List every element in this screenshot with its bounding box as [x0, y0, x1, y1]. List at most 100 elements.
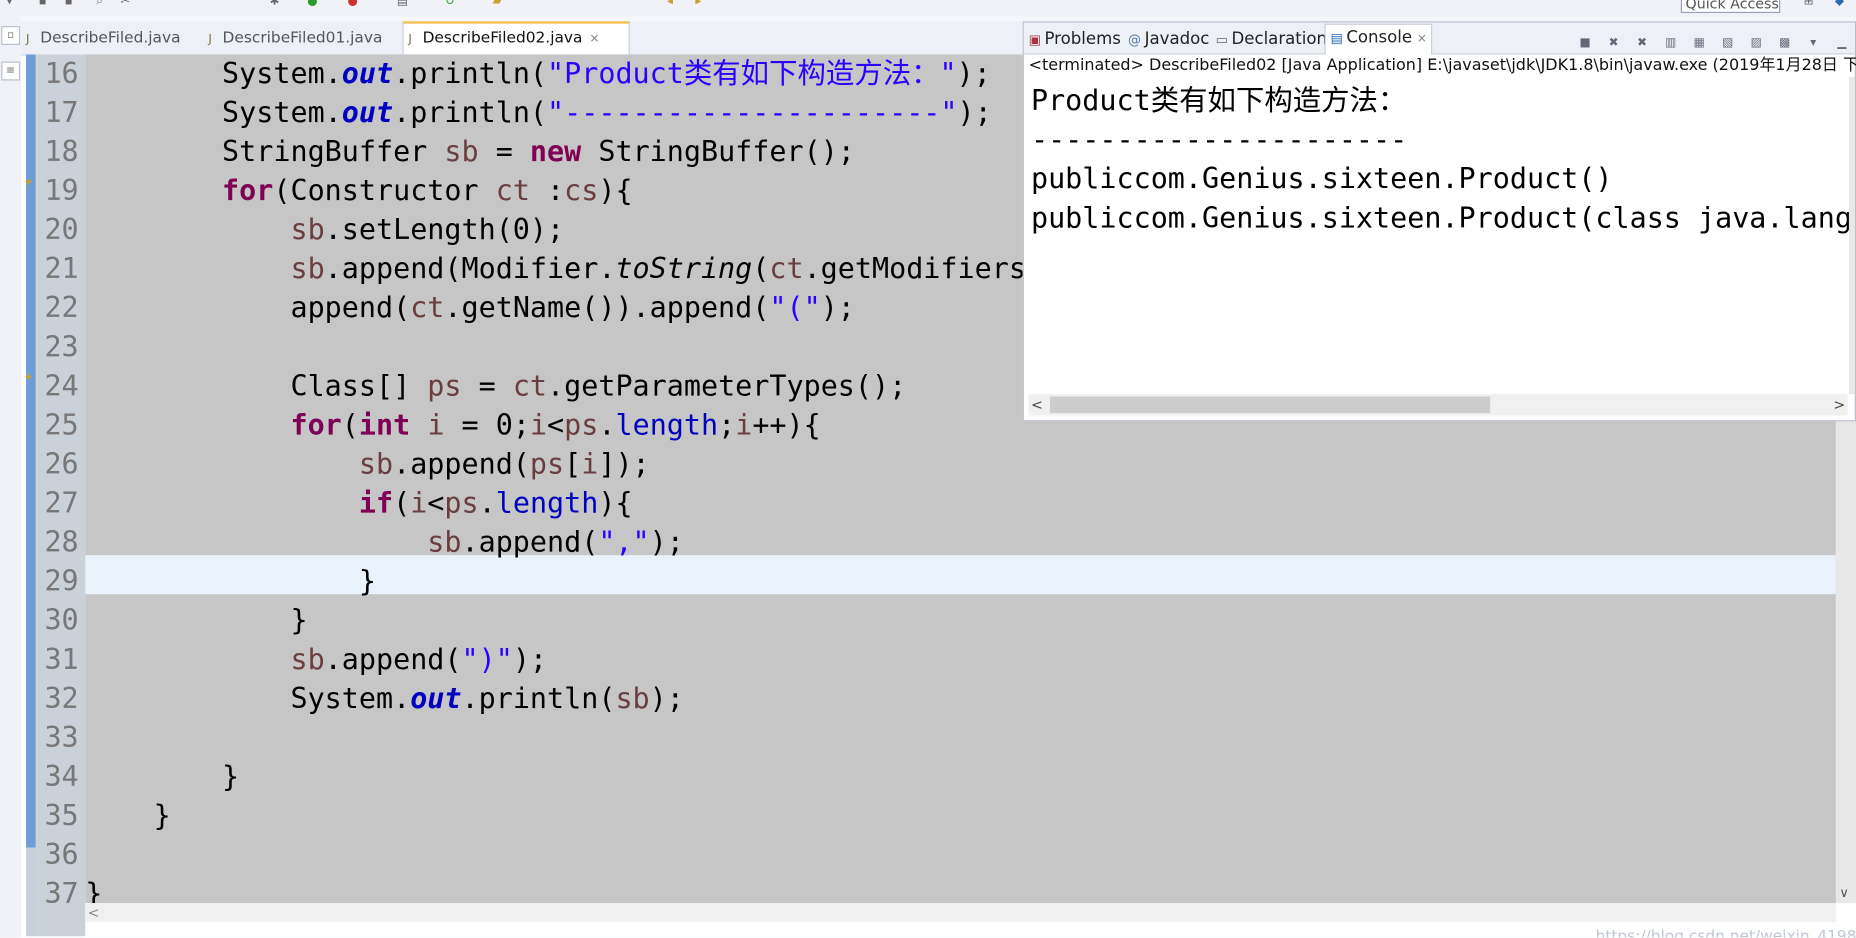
code-line: sb.setLength(0); — [290, 213, 565, 247]
line-number: 23 — [44, 330, 79, 364]
code-line: for(Constructor ct :cs){ — [222, 173, 633, 208]
code-line: for(int i = 0;i<ps.length;i++){ — [290, 408, 821, 442]
console-view: ▣ Problems @ Javadoc ▭ Declaration ▤ Console… — [1022, 21, 1856, 422]
line-number: 19 — [44, 173, 79, 208]
console-output-line: Product类有如下构造方法： — [1030, 84, 1407, 118]
terminate-icon[interactable]: ■ — [1577, 36, 1594, 53]
line-number: 25 — [44, 408, 79, 442]
tab-declaration[interactable]: ▭ Declaration — [1216, 26, 1327, 52]
code-line: Class[] ps = ct.getParameterTypes(); — [85, 369, 907, 403]
word-wrap-icon[interactable]: ▧ — [1719, 36, 1736, 53]
code-line: } — [85, 564, 376, 598]
java-file-icon: J — [208, 33, 212, 47]
scroll-lock-icon[interactable]: ▦ — [1691, 36, 1708, 53]
eclipse-window: ▾ ▪ ▪ ⌕ ✂ ✱ ● ● ▤ ↻ ▰ ◂ ▸ Quick Access ⊞… — [0, 0, 1856, 938]
line-number: 31 — [44, 642, 79, 676]
line-number: 33 — [44, 720, 79, 754]
change-ruler — [26, 54, 36, 848]
console-output-line: publiccom.Genius.sixteen.Product(class j… — [1030, 201, 1852, 235]
line-number: 36 — [44, 838, 79, 872]
chevron-right-icon[interactable]: > — [1833, 394, 1845, 415]
tab-javadoc[interactable]: @ Javadoc — [1128, 26, 1209, 52]
forward-icon[interactable]: ▸ — [691, 0, 705, 9]
view-tab-bar: ▣ Problems @ Javadoc ▭ Declaration ▤ Console… — [1023, 22, 1855, 55]
display-console-icon[interactable]: ▩ — [1776, 36, 1793, 53]
refresh-icon[interactable]: ↻ — [443, 0, 457, 9]
open-console-icon[interactable]: ▾ — [1805, 36, 1822, 53]
tab-label: Problems — [1044, 29, 1121, 49]
minimize-icon[interactable]: ▁ — [1834, 36, 1851, 53]
tab-describefiled01[interactable]: J DescribeFiled01.java — [204, 24, 408, 55]
pin-console-icon[interactable]: ▨ — [1748, 36, 1765, 53]
open-perspective-icon[interactable]: ⊞ — [1802, 0, 1816, 9]
tab-label: DescribeFiled01.java — [222, 29, 383, 48]
code-line: if(i<ps.length){ — [358, 486, 633, 520]
code-line: } — [85, 759, 240, 794]
warning-bulb-icon[interactable]: ✦ — [24, 176, 38, 190]
tab-problems[interactable]: ▣ Problems — [1029, 26, 1121, 52]
quick-access-input[interactable]: Quick Access — [1680, 0, 1781, 14]
line-number: 24 — [44, 369, 79, 403]
cut-icon[interactable]: ✂ — [118, 0, 132, 9]
remove-all-icon[interactable]: ✖ — [1634, 36, 1651, 53]
warning-bulb-icon[interactable]: ✦ — [24, 372, 38, 386]
debug-icon[interactable]: ✱ — [268, 0, 282, 9]
chevron-left-icon[interactable]: < — [88, 903, 100, 922]
save-all-icon[interactable]: ▪ — [62, 0, 76, 9]
tab-label: Console — [1346, 28, 1413, 48]
chevron-left-icon[interactable]: < — [1031, 394, 1043, 415]
line-number: 20 — [44, 213, 79, 247]
folder-icon[interactable]: ▰ — [490, 0, 504, 9]
remove-launch-icon[interactable]: ✖ — [1605, 36, 1622, 53]
new-icon[interactable]: ▾ — [2, 0, 16, 9]
line-number: 26 — [44, 447, 79, 481]
run-icon[interactable]: ● — [305, 0, 319, 9]
close-icon[interactable]: ✕ — [590, 33, 600, 46]
tab-label: Javadoc — [1144, 29, 1210, 49]
package-explorer-icon[interactable]: ≡ — [1, 61, 21, 81]
line-number: 18 — [44, 134, 79, 169]
restore-icon[interactable]: ▫ — [1, 26, 21, 45]
open-type-icon[interactable]: ▤ — [395, 0, 409, 9]
line-number: 16 — [44, 56, 79, 90]
code-line: } — [85, 798, 171, 833]
clear-console-icon[interactable]: ▥ — [1662, 36, 1679, 53]
scrollbar-thumb[interactable] — [1049, 396, 1491, 414]
console-output[interactable]: Product类有如下构造方法： ---------------------- pu… — [1024, 77, 1852, 397]
line-number: 29 — [44, 564, 79, 598]
code-line: System.out.println(sb); — [85, 681, 684, 715]
tab-console[interactable]: ▤ Console ✕ — [1324, 23, 1433, 55]
code-line: System.out.println("--------------------… — [85, 95, 992, 130]
line-number-ruler: 16 17 18 19 20 21 22 23 24 25 26 27 28 29 30 31 32 33 34 35… — [37, 54, 86, 937]
line-number: 30 — [44, 603, 79, 637]
console-vertical-scrollbar[interactable] — [1848, 76, 1855, 395]
left-trim-bar: ▫ ≡ — [0, 16, 22, 938]
save-icon[interactable]: ▪ — [36, 0, 50, 9]
line-number: 21 — [44, 252, 79, 286]
problems-icon: ▣ — [1028, 31, 1041, 48]
chevron-down-icon[interactable]: ∨ — [1839, 885, 1849, 900]
code-line: sb.append(Modifier.toString(ct.getModifi… — [290, 252, 1112, 286]
editor-horizontal-scrollbar[interactable]: < — [85, 903, 1836, 923]
line-number: 22 — [44, 291, 79, 325]
line-number: 17 — [44, 95, 79, 130]
code-line: sb.append(ps[i]); — [358, 447, 650, 481]
line-number: 35 — [44, 798, 79, 833]
java-file-icon: J — [408, 33, 412, 47]
watermark: https://blog.csdn.net/weixin_41987706 — [1595, 927, 1856, 938]
code-line: StringBuffer sb = new StringBuffer(); — [85, 134, 855, 169]
back-icon[interactable]: ◂ — [663, 0, 677, 9]
java-perspective-icon[interactable]: ◆ — [1832, 0, 1846, 9]
code-line: sb.append(")"); — [290, 642, 548, 676]
tab-describefiled[interactable]: J DescribeFiled.java — [21, 24, 201, 55]
close-icon[interactable]: ✕ — [1417, 33, 1427, 46]
console-status: <terminated> DescribeFiled02 [Java Appli… — [1028, 55, 1856, 75]
search-icon[interactable]: ⌕ — [92, 0, 106, 9]
console-horizontal-scrollbar[interactable]: < > — [1028, 394, 1848, 416]
declaration-icon: ▭ — [1215, 31, 1228, 48]
tab-label: Declaration — [1231, 29, 1328, 49]
code-line: } — [85, 877, 103, 904]
stop-icon[interactable]: ● — [346, 0, 360, 9]
tab-describefiled02[interactable]: J DescribeFiled02.java ✕ — [402, 21, 630, 57]
tab-label: DescribeFiled.java — [40, 29, 181, 48]
